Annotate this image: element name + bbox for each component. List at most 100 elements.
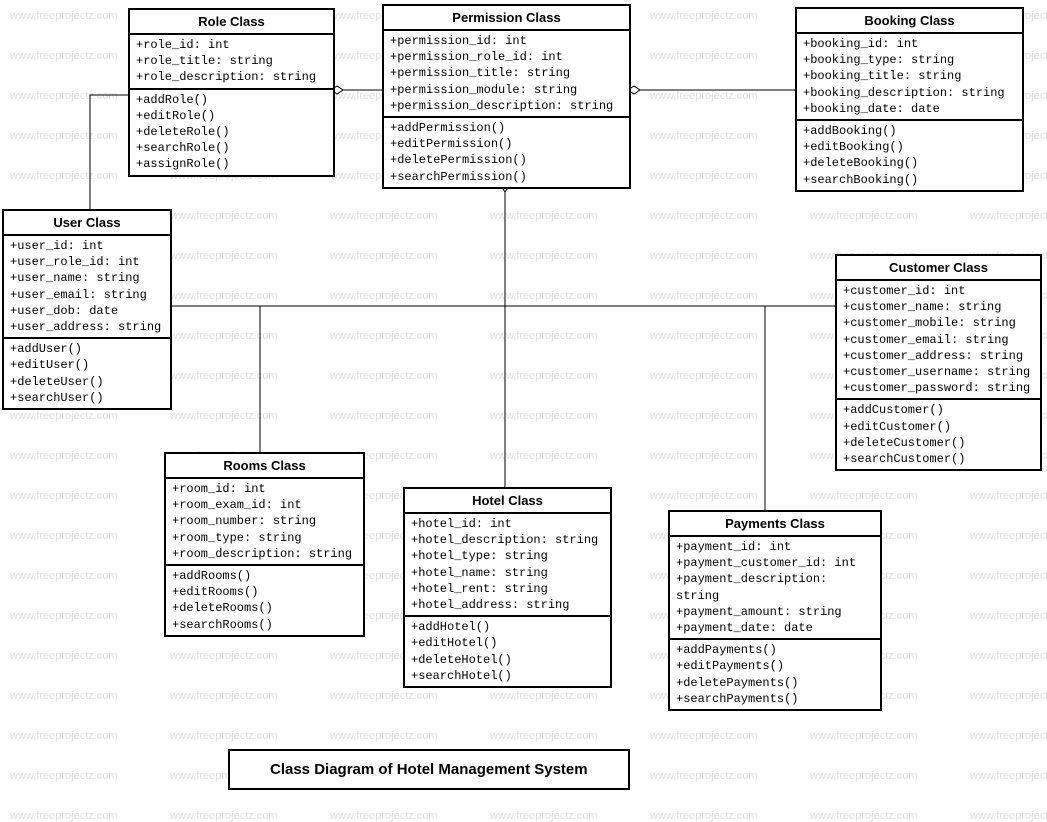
watermark-text: www.freeprojectz.com	[650, 10, 758, 22]
diagram-canvas: www.freeprojectz.com www.freeprojectz.com…	[0, 0, 1047, 792]
watermark-text: www.freeprojectz.com	[810, 810, 918, 822]
class-role: Role Class +role_id: int+role_title: str…	[128, 8, 335, 177]
watermark-text: www.freeprojectz.com	[170, 290, 278, 302]
watermark-text: www.freeprojectz.com	[10, 650, 118, 662]
class-title: Payments Class	[670, 512, 880, 537]
watermark-text: www.freeprojectz.com	[10, 490, 118, 502]
watermark-text: www.freeprojectz.com	[650, 50, 758, 62]
watermark-text: www.freeprojectz.com	[10, 570, 118, 582]
class-attrs: +room_id: int+room_exam_id: int+room_num…	[166, 479, 363, 566]
watermark-text: www.freeprojectz.com	[970, 570, 1047, 582]
class-methods: +addCustomer()+editCustomer()+deleteCust…	[837, 400, 1040, 469]
watermark-text: www.freeprojectz.com	[650, 330, 758, 342]
watermark-text: www.freeprojectz.com	[330, 690, 438, 702]
watermark-text: www.freeprojectz.com	[810, 490, 918, 502]
watermark-text: www.freeprojectz.com	[970, 490, 1047, 502]
watermark-text: www.freeprojectz.com	[970, 730, 1047, 742]
class-methods: +addRooms()+editRooms()+deleteRooms()+se…	[166, 566, 363, 635]
class-customer: Customer Class +customer_id: int+custome…	[835, 254, 1042, 471]
watermark-text: www.freeprojectz.com	[330, 410, 438, 422]
watermark-text: www.freeprojectz.com	[10, 10, 118, 22]
watermark-text: www.freeprojectz.com	[330, 250, 438, 262]
class-attrs: +permission_id: int+permission_role_id: …	[384, 31, 629, 118]
class-attrs: +customer_id: int+customer_name: string+…	[837, 281, 1040, 400]
class-methods: +addUser()+editUser()+deleteUser()+searc…	[4, 339, 170, 408]
watermark-text: www.freeprojectz.com	[970, 210, 1047, 222]
watermark-text: www.freeprojectz.com	[10, 610, 118, 622]
watermark-text: www.freeprojectz.com	[10, 450, 118, 462]
watermark-text: www.freeprojectz.com	[490, 330, 598, 342]
diagram-title: Class Diagram of Hotel Management System	[228, 749, 630, 790]
watermark-text: www.freeprojectz.com	[10, 410, 118, 422]
class-attrs: +payment_id: int+payment_customer_id: in…	[670, 537, 880, 640]
class-attrs: +booking_id: int+booking_type: string+bo…	[797, 34, 1022, 121]
class-permission: Permission Class +permission_id: int+per…	[382, 4, 631, 189]
class-attrs: +user_id: int+user_role_id: int+user_nam…	[4, 236, 170, 339]
watermark-text: www.freeprojectz.com	[650, 370, 758, 382]
watermark-text: www.freeprojectz.com	[490, 290, 598, 302]
watermark-text: www.freeprojectz.com	[650, 210, 758, 222]
class-rooms: Rooms Class +room_id: int+room_exam_id: …	[164, 452, 365, 637]
watermark-text: www.freeprojectz.com	[170, 410, 278, 422]
watermark-text: www.freeprojectz.com	[970, 690, 1047, 702]
class-methods: +addPayments()+editPayments()+deletePaym…	[670, 640, 880, 709]
watermark-text: www.freeprojectz.com	[330, 330, 438, 342]
watermark-text: www.freeprojectz.com	[650, 410, 758, 422]
watermark-text: www.freeprojectz.com	[650, 90, 758, 102]
class-attrs: +role_id: int+role_title: string+role_de…	[130, 35, 333, 90]
watermark-text: www.freeprojectz.com	[490, 690, 598, 702]
watermark-text: www.freeprojectz.com	[810, 730, 918, 742]
watermark-text: www.freeprojectz.com	[490, 810, 598, 822]
watermark-text: www.freeprojectz.com	[970, 610, 1047, 622]
watermark-text: www.freeprojectz.com	[970, 770, 1047, 782]
watermark-text: www.freeprojectz.com	[490, 250, 598, 262]
class-methods: +addPermission()+editPermission()+delete…	[384, 118, 629, 187]
class-title: Rooms Class	[166, 454, 363, 479]
watermark-text: www.freeprojectz.com	[490, 410, 598, 422]
watermark-text: www.freeprojectz.com	[810, 210, 918, 222]
watermark-text: www.freeprojectz.com	[10, 50, 118, 62]
watermark-text: www.freeprojectz.com	[650, 130, 758, 142]
watermark-text: www.freeprojectz.com	[330, 370, 438, 382]
watermark-text: www.freeprojectz.com	[10, 690, 118, 702]
watermark-text: www.freeprojectz.com	[10, 130, 118, 142]
watermark-text: www.freeprojectz.com	[490, 450, 598, 462]
class-title: User Class	[4, 211, 170, 236]
watermark-text: www.freeprojectz.com	[170, 690, 278, 702]
watermark-text: www.freeprojectz.com	[490, 210, 598, 222]
watermark-text: www.freeprojectz.com	[650, 450, 758, 462]
class-user: User Class +user_id: int+user_role_id: i…	[2, 209, 172, 410]
class-methods: +addHotel()+editHotel()+deleteHotel()+se…	[405, 617, 610, 686]
watermark-text: www.freeprojectz.com	[170, 250, 278, 262]
class-hotel: Hotel Class +hotel_id: int+hotel_descrip…	[403, 487, 612, 688]
watermark-text: www.freeprojectz.com	[10, 730, 118, 742]
watermark-text: www.freeprojectz.com	[490, 370, 598, 382]
watermark-text: www.freeprojectz.com	[10, 530, 118, 542]
watermark-text: www.freeprojectz.com	[330, 810, 438, 822]
class-title: Customer Class	[837, 256, 1040, 281]
class-attrs: +hotel_id: int+hotel_description: string…	[405, 514, 610, 617]
watermark-text: www.freeprojectz.com	[650, 170, 758, 182]
watermark-text: www.freeprojectz.com	[650, 730, 758, 742]
watermark-text: www.freeprojectz.com	[330, 290, 438, 302]
watermark-text: www.freeprojectz.com	[650, 490, 758, 502]
watermark-text: www.freeprojectz.com	[650, 290, 758, 302]
watermark-text: www.freeprojectz.com	[650, 770, 758, 782]
watermark-text: www.freeprojectz.com	[170, 810, 278, 822]
watermark-text: www.freeprojectz.com	[490, 730, 598, 742]
watermark-text: www.freeprojectz.com	[170, 730, 278, 742]
watermark-text: www.freeprojectz.com	[970, 530, 1047, 542]
watermark-text: www.freeprojectz.com	[330, 730, 438, 742]
class-methods: +addRole()+editRole()+deleteRole()+searc…	[130, 90, 333, 175]
class-title: Permission Class	[384, 6, 629, 31]
watermark-text: www.freeprojectz.com	[10, 810, 118, 822]
watermark-text: www.freeprojectz.com	[650, 810, 758, 822]
class-payments: Payments Class +payment_id: int+payment_…	[668, 510, 882, 711]
watermark-text: www.freeprojectz.com	[810, 770, 918, 782]
class-methods: +addBooking()+editBooking()+deleteBookin…	[797, 121, 1022, 190]
watermark-text: www.freeprojectz.com	[10, 170, 118, 182]
class-title: Booking Class	[797, 9, 1022, 34]
watermark-text: www.freeprojectz.com	[970, 650, 1047, 662]
watermark-text: www.freeprojectz.com	[970, 810, 1047, 822]
watermark-text: www.freeprojectz.com	[170, 370, 278, 382]
